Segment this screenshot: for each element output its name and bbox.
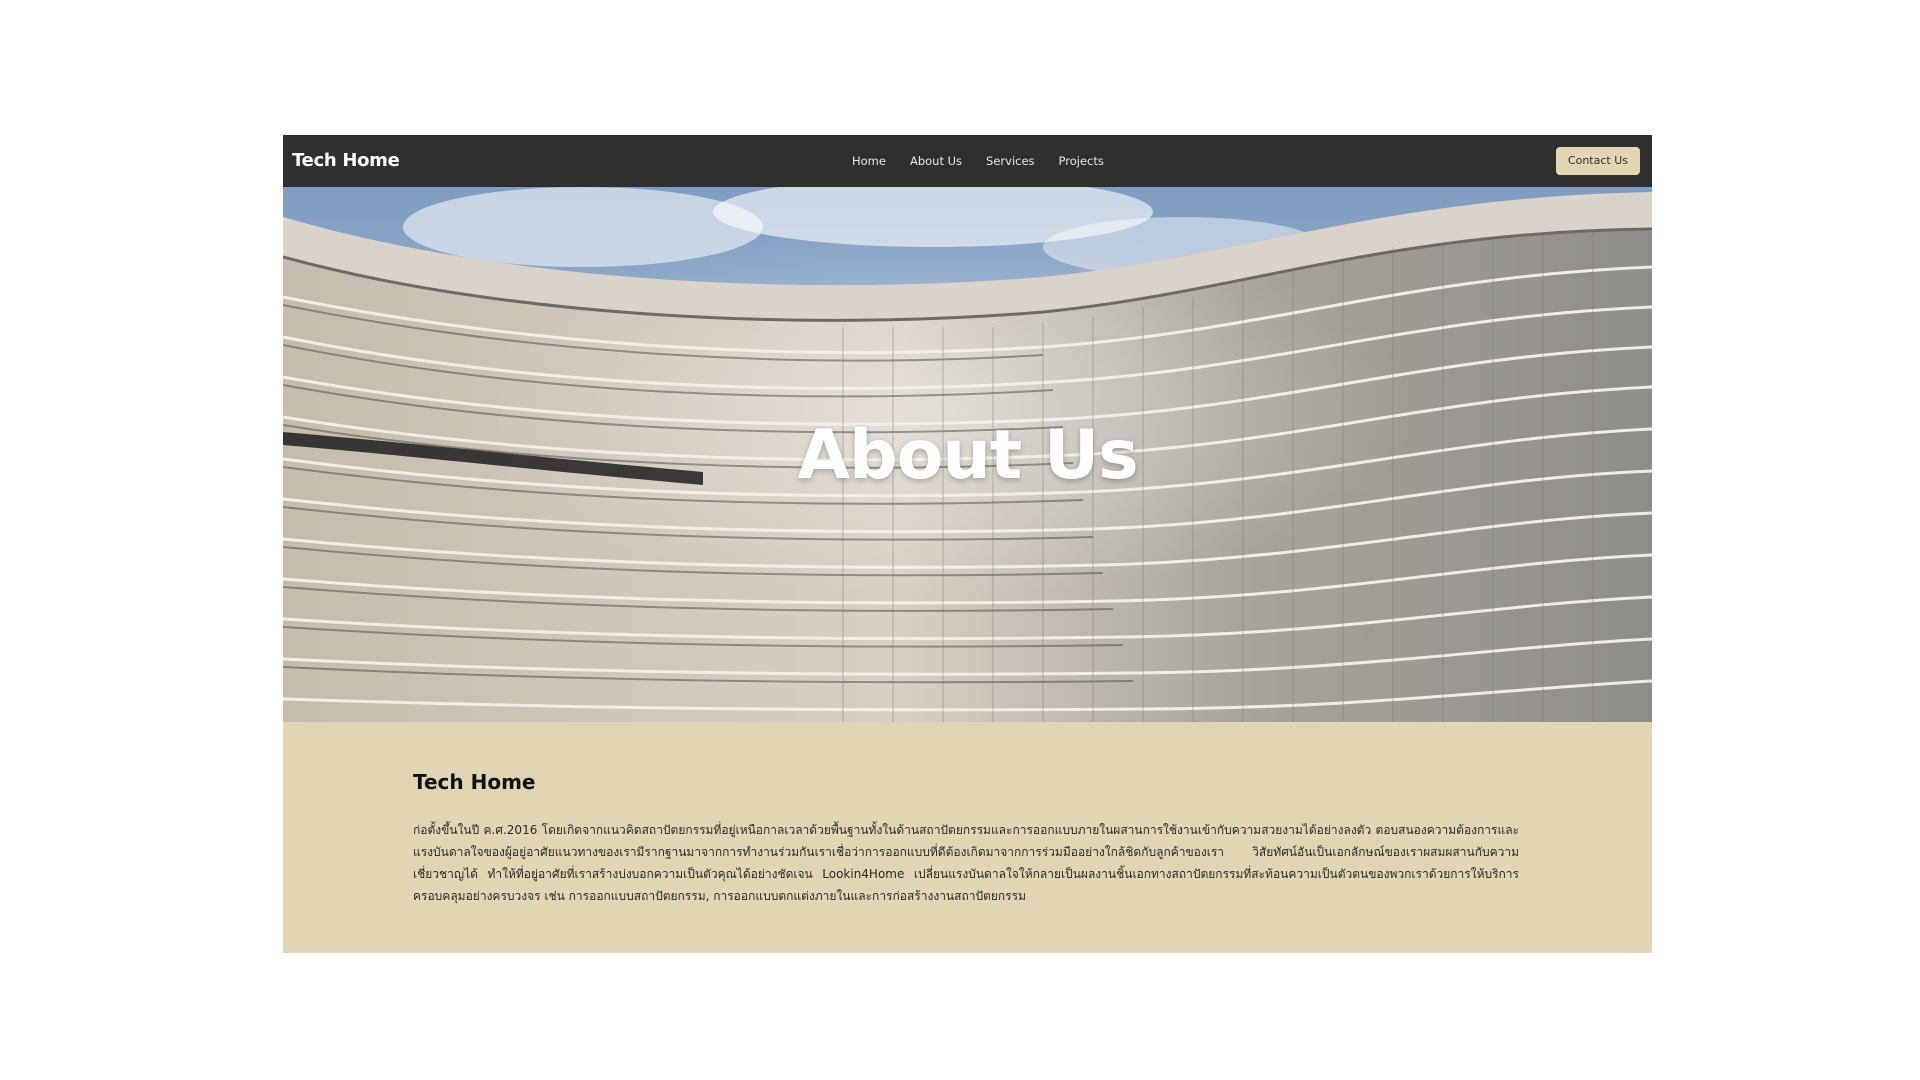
nav-link-home[interactable]: Home [852, 154, 886, 168]
nav-links: Home About Us Services Projects [852, 135, 1128, 187]
nav-link-services[interactable]: Services [986, 154, 1035, 168]
nav-link-projects[interactable]: Projects [1059, 154, 1104, 168]
contact-us-button[interactable]: Contact Us [1555, 147, 1640, 175]
brand-logo[interactable]: Tech Home [292, 135, 400, 187]
hero-banner: About Us [283, 187, 1652, 722]
about-section: Tech Home ก่อตั้งขึ้นในปี ค.ศ.2016 โดยเก… [283, 722, 1652, 953]
navbar: Tech Home Home About Us Services Project… [283, 135, 1652, 187]
about-title: Tech Home [413, 770, 536, 794]
nav-link-about[interactable]: About Us [910, 154, 962, 168]
about-description: ก่อตั้งขึ้นในปี ค.ศ.2016 โดยเกิดจากแนวคิ… [413, 823, 1519, 903]
hero-title: About Us [797, 416, 1138, 495]
page: Tech Home Home About Us Services Project… [283, 135, 1652, 953]
